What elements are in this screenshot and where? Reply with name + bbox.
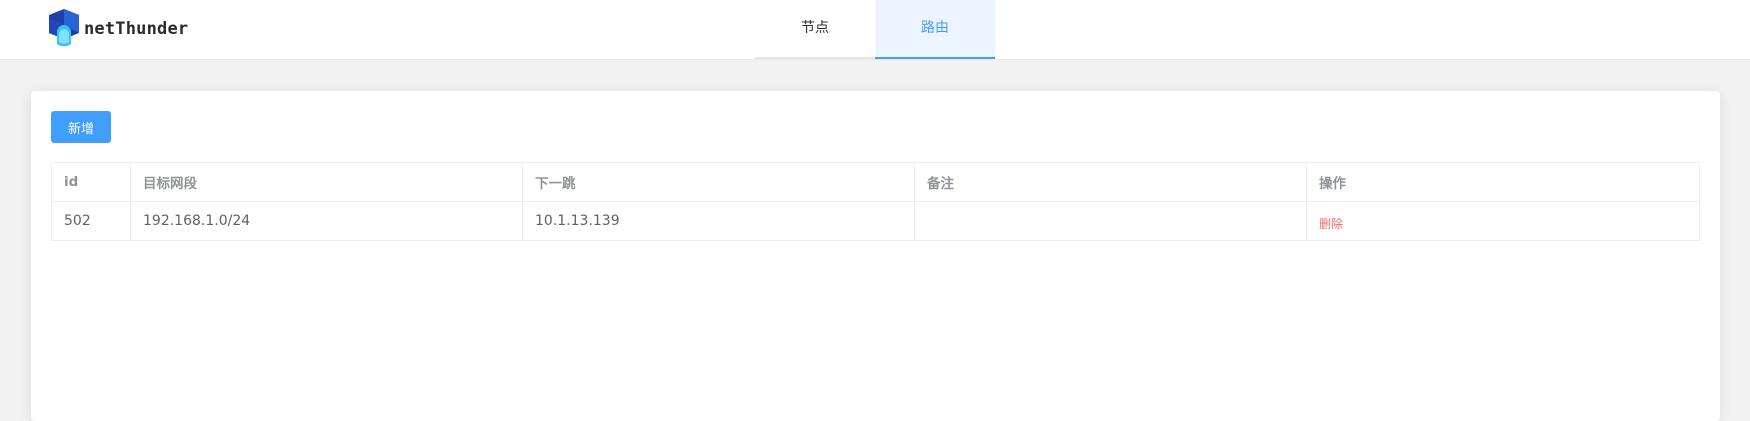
- table-header-row: id 目标网段 下一跳 备注 操作: [51, 162, 1700, 202]
- tab-nodes[interactable]: 节点: [755, 0, 875, 59]
- cell-id: 502: [51, 201, 131, 241]
- cell-actions: 删除: [1306, 201, 1700, 241]
- column-header-id: id: [51, 162, 131, 202]
- top-bar: netThunder 节点 路由: [0, 0, 1750, 60]
- logo-icon: [49, 9, 79, 46]
- tab-routes[interactable]: 路由: [875, 0, 995, 59]
- table-row: 502 192.168.1.0/24 10.1.13.139 删除: [51, 201, 1700, 241]
- add-button[interactable]: 新增: [51, 111, 111, 143]
- main-nav: 节点 路由: [755, 0, 995, 59]
- app-logo[interactable]: netThunder: [45, 9, 188, 49]
- logo-text: netThunder: [84, 19, 189, 39]
- delete-link[interactable]: 删除: [1319, 217, 1343, 231]
- column-header-next-hop: 下一跳: [522, 162, 915, 202]
- column-header-target: 目标网段: [130, 162, 523, 202]
- routes-card: 新增 id 目标网段 下一跳 备注 操作 502 192.168.1.0/24 …: [31, 91, 1720, 421]
- cell-target: 192.168.1.0/24: [130, 201, 523, 241]
- routes-table: id 目标网段 下一跳 备注 操作 502 192.168.1.0/24 10.…: [51, 162, 1700, 241]
- cell-remark: [914, 201, 1307, 241]
- column-header-remark: 备注: [914, 162, 1307, 202]
- cell-next-hop: 10.1.13.139: [522, 201, 915, 241]
- column-header-actions: 操作: [1306, 162, 1700, 202]
